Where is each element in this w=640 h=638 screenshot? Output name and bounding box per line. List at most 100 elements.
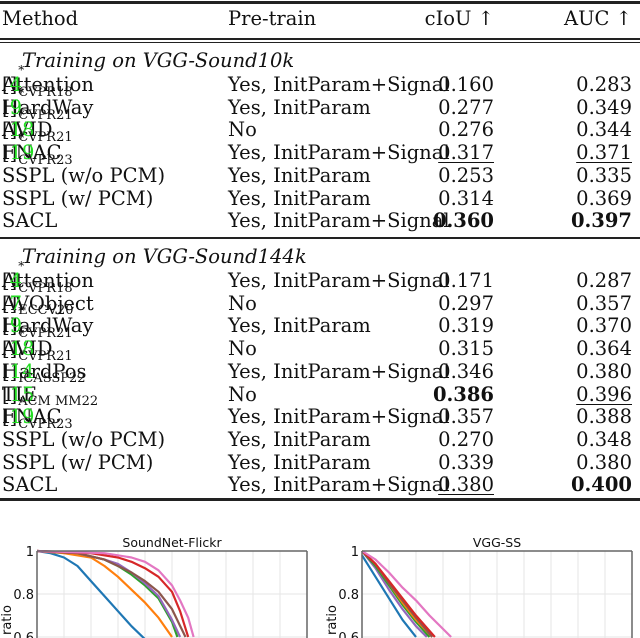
chart-soundnet-flickr: SoundNet-Flickr 1 0.8 0.6ratio (0, 530, 320, 638)
table-row: Attention [4] * CVPR18 Yes, InitParam+Signa… (0, 259, 640, 296)
ciou-value: 0.314 (438, 186, 494, 210)
ciou-value: 0.270 (438, 427, 494, 451)
table-row: SACL Yes, InitParam+Signal 0.360 0.397 (0, 209, 640, 232)
method-cell: Attention [4] * CVPR18 (2, 63, 94, 100)
pretrain-cell: No (228, 382, 257, 406)
table-row: TIE [15]ACM MM22 No 0.386 0.396 (0, 382, 640, 409)
ciou-value: 0.360 (432, 209, 494, 233)
header-rule (0, 38, 640, 40)
header-rule-2 (0, 42, 640, 43)
table-row: SACL Yes, InitParam+Signal 0.380 0.400 (0, 473, 640, 496)
header-ciou: cIoU ↑ (424, 7, 494, 30)
pretrain-cell: Yes, InitParam+Signal (228, 73, 450, 96)
auc-value: 0.335 (576, 163, 632, 187)
section-title: Training on VGG-Sound144k (22, 245, 307, 268)
header-pretrain: Pre-train (228, 7, 317, 30)
pretrain-cell: Yes, InitParam (228, 427, 371, 451)
method-cell: AVObject [7]ECCV20 (2, 291, 94, 318)
auc-value: 0.357 (576, 291, 632, 315)
method-name: SACL (2, 209, 58, 233)
auc-value: 0.380 (576, 359, 632, 383)
ciou-value: 0.319 (438, 314, 494, 338)
method-name: SSPL (w/ PCM) (2, 186, 154, 210)
auc-value: 0.397 (570, 209, 632, 233)
section-title: Training on VGG-Sound10k (22, 49, 295, 72)
method-cell: FNAC [19] * CVPR23 (2, 395, 73, 433)
y-axis-label: ratio (0, 605, 15, 635)
pretrain-cell: Yes, InitParam+Signal (228, 209, 450, 233)
ciou-value: 0.297 (438, 291, 494, 315)
y-tick-label: 1 (26, 545, 34, 560)
ciou-value: 0.317 (438, 141, 494, 165)
table-row: SSPL (w/ PCM) Yes, InitParam 0.314 0.369 (0, 187, 640, 210)
pretrain-cell: Yes, InitParam (228, 450, 371, 474)
section-rule (0, 237, 640, 239)
table-header: Method Pre-train cIoU ↑ AUC ↑ (0, 7, 640, 30)
auc-value: 0.369 (576, 186, 632, 210)
pretrain-cell: No (228, 291, 257, 315)
y-tick-label: 0.6 (338, 631, 359, 638)
auc-value: 0.371 (576, 141, 632, 165)
pretrain-cell: Yes, InitParam+Signal (228, 141, 450, 165)
table-row: HardWay [9] * CVPR21 Yes, InitParam 0.277 0.3… (0, 85, 640, 123)
table-row: HardWay [9] * CVPR21 Yes, InitParam 0.319 0.3… (0, 304, 640, 342)
method-name: SSPL (w/o PCM) (2, 163, 166, 187)
auc-value: 0.287 (576, 269, 632, 292)
method-cell: HardWay [9] * CVPR21 (2, 304, 94, 342)
ciou-value: 0.346 (438, 359, 494, 383)
method-name: SSPL (w/ PCM) (2, 450, 154, 474)
chart-title: VGG-SS (473, 535, 521, 550)
y-tick-label: 0.8 (13, 588, 34, 603)
pretrain-cell: Yes, InitParam (228, 95, 371, 119)
pretrain-cell: No (228, 337, 257, 361)
auc-value: 0.364 (576, 337, 632, 361)
header-method: Method (2, 7, 79, 30)
top-rule (0, 1, 640, 4)
pretrain-cell: Yes, InitParam+Signal (228, 269, 450, 292)
method-cell: Attention [4] * CVPR18 (2, 259, 94, 296)
ciou-value: 0.277 (438, 95, 494, 119)
method-name: SSPL (w/o PCM) (2, 427, 166, 451)
auc-value: 0.349 (576, 95, 632, 119)
auc-value: 0.400 (570, 473, 632, 497)
method-name: SACL (2, 473, 58, 497)
ciou-value: 0.160 (438, 73, 494, 96)
chart-svg: VGG-SS 1 0.8 0.6ratio (325, 535, 633, 638)
auc-value: 0.348 (576, 427, 632, 451)
method-cell: AVID [18] * CVPR21 (2, 327, 73, 365)
header-auc: AUC ↑ (564, 7, 632, 30)
y-tick-label: 0.8 (338, 588, 359, 603)
ciou-value: 0.276 (438, 118, 494, 142)
method-cell: AVID [18] * CVPR21 (2, 108, 73, 146)
auc-value: 0.388 (576, 405, 632, 429)
ciou-value: 0.253 (438, 163, 494, 187)
chart-svg: SoundNet-Flickr 1 0.8 0.6ratio (0, 535, 308, 638)
pretrain-cell: No (228, 118, 257, 142)
method-cell: HardWay [9] * CVPR21 (2, 85, 94, 123)
table-row: Attention [4] * CVPR18 Yes, InitParam+Signa… (0, 63, 640, 100)
ciou-value: 0.315 (438, 337, 494, 361)
auc-value: 0.283 (576, 73, 632, 96)
auc-value: 0.370 (576, 314, 632, 338)
ciou-value: 0.380 (438, 473, 494, 497)
y-axis-label: ratio (325, 605, 340, 635)
chart-title: SoundNet-Flickr (122, 535, 222, 550)
ciou-value: 0.386 (432, 382, 494, 406)
method-cell: HardPos [14]ICASSP22 (2, 359, 87, 386)
table-row: FNAC [19] * CVPR23 Yes, InitParam+Signal 0.3… (0, 395, 640, 433)
y-tick-label: 1 (351, 545, 359, 560)
pretrain-cell: Yes, InitParam+Signal (228, 473, 450, 497)
auc-value: 0.344 (576, 118, 632, 142)
y-tick-label: 0.6 (13, 631, 34, 638)
table-row: FNAC [19] * CVPR23 Yes, InitParam+Signal 0.3… (0, 131, 640, 169)
pretrain-cell: Yes, InitParam (228, 163, 371, 187)
method-cell: TIE [15]ACM MM22 (2, 382, 99, 409)
pretrain-cell: Yes, InitParam+Signal (228, 359, 450, 383)
table-row: SSPL (w/ PCM) Yes, InitParam 0.339 0.380 (0, 451, 640, 474)
pretrain-cell: Yes, InitParam (228, 186, 371, 210)
table-row: SSPL (w/o PCM) Yes, InitParam 0.253 0.335 (0, 164, 640, 187)
ciou-value: 0.339 (438, 450, 494, 474)
method-cell: FNAC [19] * CVPR23 (2, 131, 73, 169)
chart-vgg-ss: VGG-SS 1 0.8 0.6ratio (320, 530, 640, 638)
bottom-rule (0, 498, 640, 501)
